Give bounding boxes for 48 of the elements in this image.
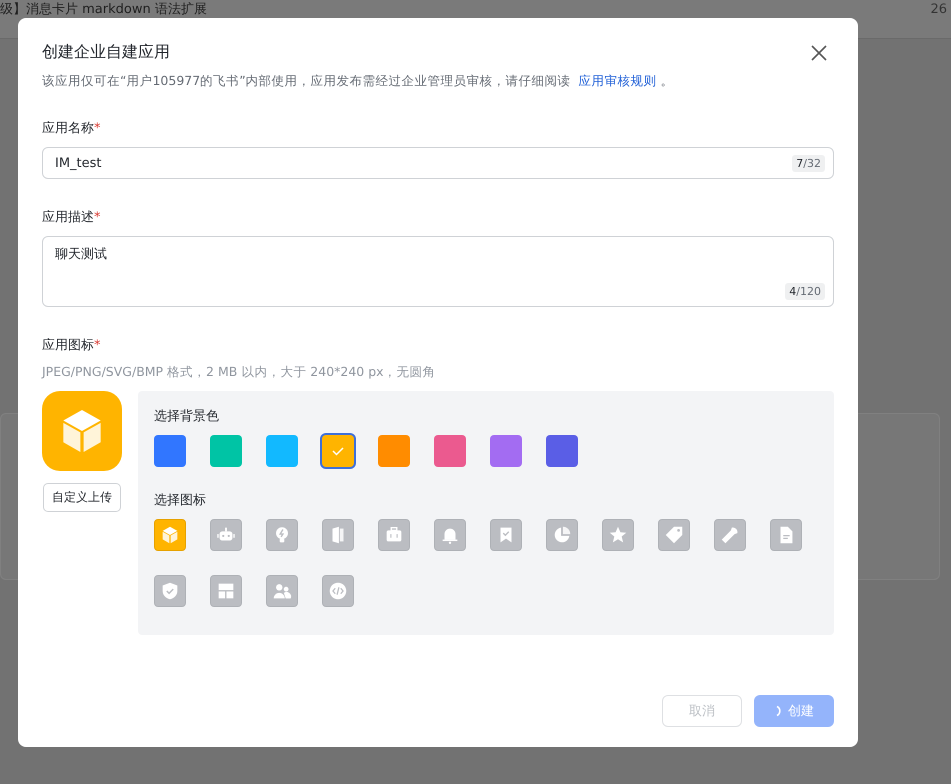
- tag-icon: [663, 524, 685, 546]
- icon-option[interactable]: [378, 519, 410, 551]
- icon-option[interactable]: [658, 519, 690, 551]
- icon-option[interactable]: [210, 575, 242, 607]
- icon-option[interactable]: [210, 519, 242, 551]
- color-swatch[interactable]: [378, 435, 410, 467]
- character-count: 4/120: [785, 283, 825, 300]
- icon-option[interactable]: [322, 575, 354, 607]
- close-icon: [810, 44, 828, 62]
- format-hint: JPEG/PNG/SVG/BMP 格式，2 MB 以内，大于 240*240 px，无圆角: [42, 364, 437, 381]
- notice-end: 。: [660, 73, 674, 88]
- name-field[interactable]: IM_test 7/32: [42, 147, 834, 179]
- required-mark: *: [94, 121, 100, 136]
- page-title: 级】消息卡片 markdown 语法扩展: [0, 2, 207, 18]
- color-swatch[interactable]: [434, 435, 466, 467]
- page-number: 26: [930, 2, 947, 18]
- icon-option[interactable]: [714, 519, 746, 551]
- required-mark: *: [94, 210, 100, 225]
- icon-option[interactable]: [322, 519, 354, 551]
- icon-option[interactable]: [266, 519, 298, 551]
- color-swatch[interactable]: [490, 435, 522, 467]
- field-label: 应用名称: [42, 121, 94, 136]
- upload-button[interactable]: 自定义上传: [43, 483, 121, 512]
- icon-option[interactable]: [770, 519, 802, 551]
- color-swatch[interactable]: [266, 435, 298, 467]
- field-label: 应用图标: [42, 338, 94, 353]
- section-label: 选择图标: [154, 492, 207, 509]
- rules-link[interactable]: 应用审核规则: [578, 73, 657, 88]
- notice-text: 该应用仅可在“用户105977的飞书”内部使用，应用发布需经过企业管理员审核，请仔细阅读: [42, 73, 571, 88]
- icon-option[interactable]: [266, 575, 298, 607]
- icon-option[interactable]: [546, 519, 578, 551]
- icon-option[interactable]: [602, 519, 634, 551]
- required-mark: *: [94, 338, 100, 353]
- close-button[interactable]: [810, 44, 828, 62]
- icon-option[interactable]: [490, 519, 522, 551]
- color-swatch[interactable]: [154, 435, 186, 467]
- dialog-title: 创建企业自建应用: [42, 42, 170, 63]
- field-label: 应用描述: [42, 210, 94, 225]
- code-icon: [327, 580, 349, 602]
- icon-option[interactable]: [154, 519, 186, 551]
- color-swatch[interactable]: [322, 435, 354, 467]
- icon-option[interactable]: [154, 575, 186, 607]
- section-label: 选择背景色: [154, 408, 220, 425]
- color-swatch[interactable]: [546, 435, 578, 467]
- description-field[interactable]: 聊天测试 4/120: [42, 236, 834, 307]
- color-swatch[interactable]: [210, 435, 242, 467]
- character-count: 7/32: [792, 154, 825, 172]
- icon-option[interactable]: [434, 519, 466, 551]
